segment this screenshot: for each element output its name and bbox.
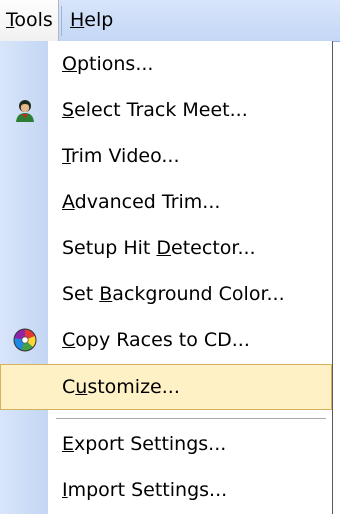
menu-item-label: Copy Races to CD... xyxy=(62,329,250,351)
menu-tools[interactable]: Tools xyxy=(0,0,59,41)
menu-item-copy-races-to-cd[interactable]: Copy Races to CD... xyxy=(0,317,332,363)
menu-item-select-track-meet[interactable]: Select Track Meet... xyxy=(0,87,332,133)
menu-item-trim-video[interactable]: Trim Video... xyxy=(0,133,332,179)
menu-item-label: Select Track Meet... xyxy=(62,99,248,121)
menu-help-label: Help xyxy=(70,9,114,31)
menu-bar: Tools Help xyxy=(0,0,340,42)
menu-item-options[interactable]: Options... xyxy=(0,41,332,87)
menu-item-export-settings[interactable]: Export Settings... xyxy=(0,421,332,467)
tools-dropdown: Options... Select Track Meet... Trim Vid… xyxy=(0,41,333,514)
menu-item-customize[interactable]: Customize... xyxy=(0,364,332,410)
menu-item-label: Export Settings... xyxy=(62,433,227,455)
menu-item-label: Customize... xyxy=(62,376,180,398)
menu-tools-label: Tools xyxy=(6,9,53,31)
menu-item-label: Options... xyxy=(62,53,154,75)
menu-item-label: Advanced Trim... xyxy=(62,191,221,213)
menu-item-import-settings[interactable]: Import Settings... xyxy=(0,467,332,513)
menu-help[interactable]: Help xyxy=(61,0,131,41)
menu-item-label: Import Settings... xyxy=(62,479,228,501)
cd-icon xyxy=(13,328,37,352)
menu-separator xyxy=(56,418,326,419)
menu-item-set-background-color[interactable]: Set Background Color... xyxy=(0,271,332,317)
menu-item-label: Trim Video... xyxy=(62,145,180,167)
menu-item-setup-hit-detector[interactable]: Setup Hit Detector... xyxy=(0,225,332,271)
menu-item-label: Set Background Color... xyxy=(62,283,285,305)
menu-item-advanced-trim[interactable]: Advanced Trim... xyxy=(0,179,332,225)
person-icon xyxy=(16,100,34,122)
menu-item-label: Setup Hit Detector... xyxy=(62,237,256,259)
